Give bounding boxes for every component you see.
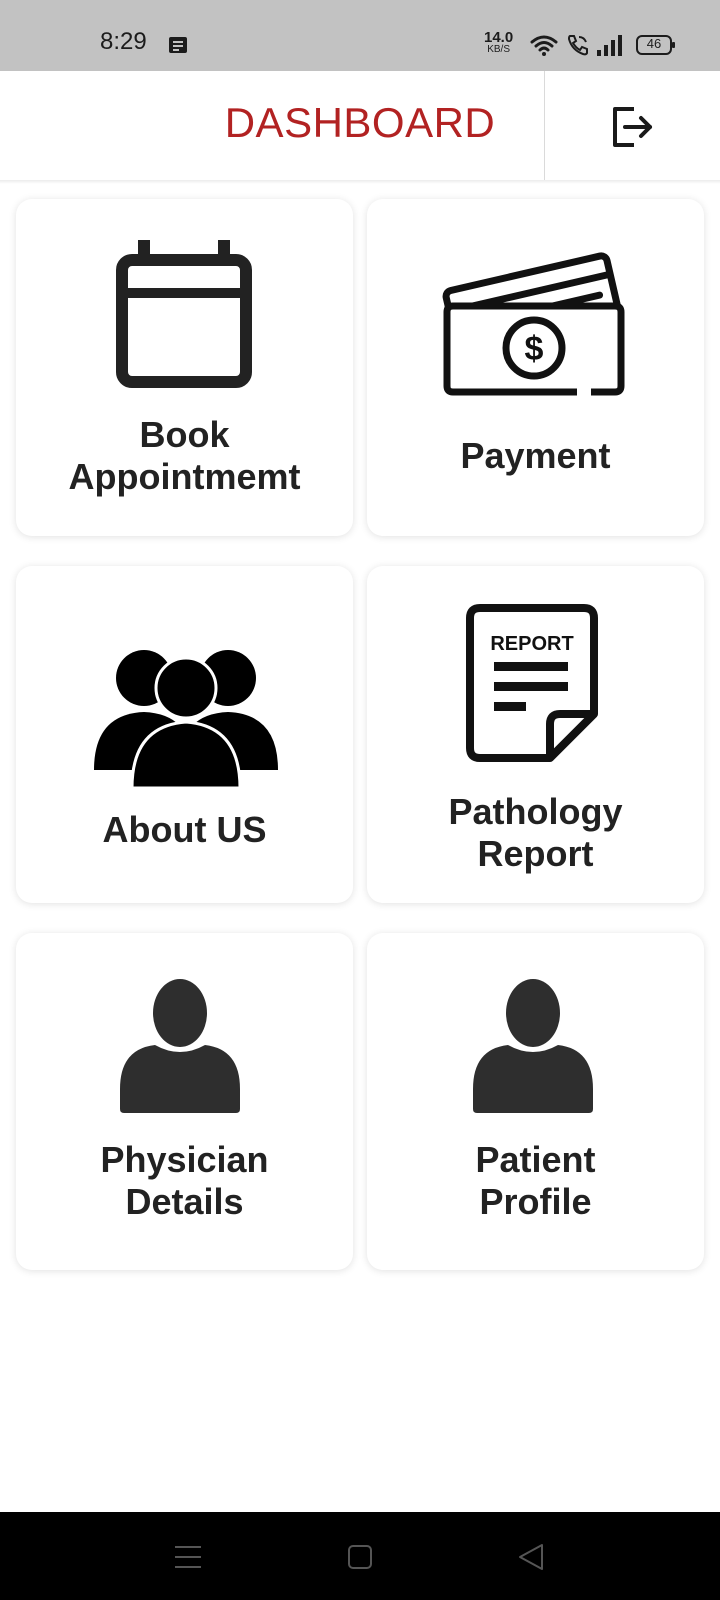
card-label-line1: About US [102, 809, 267, 850]
book-appointment-card[interactable]: Book Appointmemt [16, 199, 353, 536]
card-label-line2: Report [477, 833, 594, 874]
payment-card[interactable]: $ Payment [367, 199, 704, 536]
message-notification-icon [169, 37, 187, 53]
system-nav-bar [0, 1512, 720, 1600]
report-icon-text: REPORT [490, 633, 573, 655]
report-icon: REPORT [466, 604, 598, 762]
book-appointment-label: Book Appointmemt [16, 414, 353, 498]
back-icon[interactable] [512, 1540, 552, 1574]
battery-level: 46 [646, 36, 662, 51]
page-title: DASHBOARD [224, 99, 496, 146]
card-label-line2: Appointmemt [68, 456, 301, 497]
wifi-call-icon [567, 35, 588, 56]
physician-details-card[interactable]: Physician Details [16, 933, 353, 1270]
pathology-report-label: Pathology Report [367, 791, 704, 875]
network-speed: 14.0 KB/S [484, 30, 513, 55]
physician-details-label: Physician Details [16, 1139, 353, 1223]
card-label-line2: Details [125, 1181, 244, 1222]
card-label-line1: Book [139, 414, 230, 455]
card-label-line1: Pathology [448, 791, 623, 832]
calendar-icon [116, 240, 252, 388]
card-label-line2: Profile [479, 1181, 592, 1222]
user-icon [473, 979, 593, 1113]
group-icon [94, 650, 278, 790]
wifi-icon [530, 35, 558, 56]
patient-profile-label: Patient Profile [367, 1139, 704, 1223]
card-label-line1: Physician [100, 1139, 269, 1180]
payment-label: Payment [367, 435, 704, 477]
logout-button[interactable] [545, 71, 720, 181]
card-label-line1: Patient [475, 1139, 596, 1180]
payment-cards-icon: $ [442, 252, 625, 396]
about-us-label: About US [16, 809, 353, 851]
menu-icon[interactable] [168, 1540, 208, 1574]
patient-profile-card[interactable]: Patient Profile [367, 933, 704, 1270]
signal-icon [597, 35, 622, 56]
app-header: DASHBOARD [0, 71, 720, 183]
home-icon[interactable] [340, 1540, 380, 1574]
about-us-card[interactable]: About US [16, 566, 353, 903]
logout-icon [613, 107, 652, 147]
pathology-report-card[interactable]: REPORT Pathology Report [367, 566, 704, 903]
status-time: 8:29 [100, 28, 147, 55]
card-label-line1: Payment [460, 435, 611, 476]
header-shadow [0, 180, 720, 184]
network-speed-value: 14.0 [484, 29, 514, 46]
svg-text:$: $ [525, 330, 544, 368]
network-speed-unit: KB/S [487, 44, 510, 55]
status-bar: 8:29 14.0 KB/S 46 [0, 0, 720, 71]
user-icon [120, 979, 240, 1113]
